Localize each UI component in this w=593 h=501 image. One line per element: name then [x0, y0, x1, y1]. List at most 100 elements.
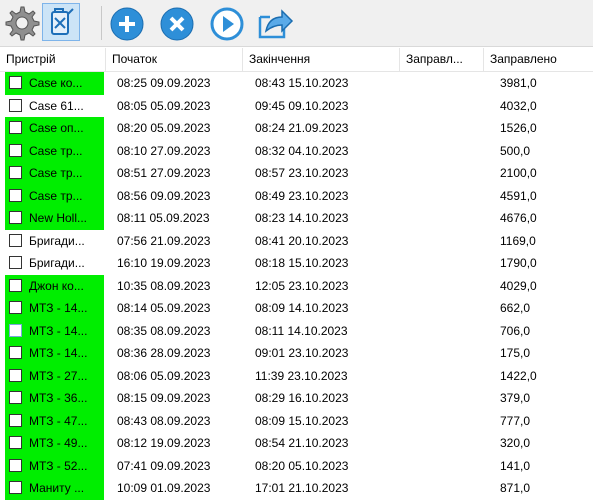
table-row[interactable]: Бригади... 16:10 19.09.2023 08:18 15.10.20…: [0, 252, 593, 275]
filled-cell: [400, 455, 480, 478]
row-checkbox[interactable]: [9, 121, 22, 134]
end-cell: 17:01 21.10.2023: [255, 481, 349, 495]
column-header-end[interactable]: Закінчення: [243, 48, 400, 71]
end-cell: 08:18 15.10.2023: [255, 256, 349, 270]
start-cell: 08:11 05.09.2023: [117, 211, 210, 225]
row-checkbox[interactable]: [9, 278, 22, 292]
delete-button[interactable]: [158, 3, 196, 41]
end-cell: 08:41 20.10.2023: [255, 233, 349, 248]
end-cell: 08:57 23.10.2023: [255, 166, 349, 180]
device-name: Бригади...: [29, 256, 85, 270]
device-cell: New Holl...: [5, 207, 104, 230]
device-cell: Джон ко...: [5, 274, 104, 298]
row-checkbox[interactable]: [9, 436, 22, 449]
filled-cell: [400, 72, 480, 95]
table-row[interactable]: Бригади... 07:56 21.09.2023 08:41 20.10.20…: [0, 230, 593, 253]
table-row[interactable]: МТЗ - 14... 08:36 28.09.2023 09:01 23.10.2…: [0, 342, 593, 365]
amount-cell: 871,0: [500, 481, 531, 495]
table-row[interactable]: МТЗ - 14... 08:14 05.09.2023 08:09 14.10.2…: [0, 297, 593, 320]
filled-cell: [400, 230, 480, 253]
filled-cell: [400, 162, 480, 185]
table-row[interactable]: Case 61... 08:05 05.09.2023 09:45 09.10.20…: [0, 95, 593, 118]
row-checkbox[interactable]: [9, 413, 22, 427]
filled-cell: [400, 95, 480, 118]
table-row[interactable]: МТЗ - 49... 08:12 19.09.2023 08:54 21.10.2…: [0, 432, 593, 455]
table-row[interactable]: МТЗ - 14... 08:35 08.09.2023 08:11 14.10.2…: [0, 319, 593, 343]
device-cell: МТЗ - 47...: [5, 409, 104, 433]
amount-cell: 4032,0: [500, 98, 537, 113]
add-button[interactable]: [108, 3, 146, 41]
row-checkbox[interactable]: [9, 481, 22, 494]
column-header-start[interactable]: Початок: [106, 48, 243, 71]
table-row[interactable]: Джон ко... 10:35 08.09.2023 12:05 23.10.20…: [0, 274, 593, 298]
amount-cell: 175,0: [500, 346, 531, 360]
end-cell: 08:20 05.10.2023: [255, 458, 349, 473]
table-row[interactable]: МТЗ - 27... 08:06 05.09.2023 11:39 23.10.2…: [0, 364, 593, 388]
start-cell: 08:56 09.09.2023: [117, 188, 211, 203]
device-cell: Case тр...: [5, 139, 104, 163]
row-checkbox[interactable]: [9, 323, 22, 337]
device-name: Case 61...: [29, 98, 84, 113]
gear-icon: [5, 6, 40, 41]
row-checkbox[interactable]: [9, 346, 22, 359]
device-name: Case тр...: [29, 188, 83, 203]
column-header-device[interactable]: Пристрій: [0, 48, 106, 71]
device-cell: МТЗ - 14...: [5, 342, 104, 365]
start-cell: 08:51 27.09.2023: [117, 166, 211, 180]
fuel-canister-button[interactable]: [42, 3, 80, 41]
device-name: МТЗ - 47...: [29, 413, 88, 428]
row-checkbox[interactable]: [9, 166, 22, 179]
end-cell: 09:01 23.10.2023: [255, 346, 349, 360]
table-row[interactable]: Case тр... 08:10 27.09.2023 08:32 04.10.20…: [0, 139, 593, 163]
export-arrow-icon: [258, 9, 294, 39]
device-cell: Маниту ...: [5, 477, 104, 500]
row-checkbox[interactable]: [9, 391, 22, 404]
table-row[interactable]: Case тр... 08:56 09.09.2023 08:49 23.10.20…: [0, 184, 593, 208]
column-header-amount[interactable]: Заправлено: [484, 48, 593, 71]
row-checkbox[interactable]: [9, 256, 22, 269]
start-cell: 10:35 08.09.2023: [117, 278, 211, 293]
row-checkbox[interactable]: [9, 368, 22, 382]
x-circle-icon: [160, 7, 194, 41]
start-cell: 08:36 28.09.2023: [117, 346, 211, 360]
row-checkbox[interactable]: [9, 188, 22, 202]
device-cell: МТЗ - 49...: [5, 432, 104, 455]
export-button[interactable]: [256, 3, 294, 41]
start-cell: 10:09 01.09.2023: [117, 481, 211, 495]
table-row[interactable]: МТЗ - 52... 07:41 09.09.2023 08:20 05.10.2…: [0, 454, 593, 478]
start-cell: 08:05 05.09.2023: [117, 98, 211, 113]
filled-cell: [400, 320, 480, 343]
device-cell: Case тр...: [5, 184, 104, 208]
row-checkbox[interactable]: [9, 458, 22, 472]
filled-cell: [400, 387, 480, 410]
table-row[interactable]: Case тр... 08:51 27.09.2023 08:57 23.10.20…: [0, 162, 593, 185]
row-checkbox[interactable]: [9, 76, 22, 89]
amount-cell: 1169,0: [500, 233, 536, 248]
row-checkbox[interactable]: [9, 98, 22, 112]
end-cell: 08:49 23.10.2023: [255, 188, 349, 203]
row-checkbox[interactable]: [9, 211, 22, 224]
amount-cell: 1526,0: [500, 121, 537, 135]
amount-cell: 2100,0: [500, 166, 537, 180]
filled-cell: [400, 342, 480, 365]
row-checkbox[interactable]: [9, 233, 22, 247]
start-cell: 08:12 19.09.2023: [117, 436, 211, 450]
row-checkbox[interactable]: [9, 143, 22, 157]
table-row[interactable]: МТЗ - 47... 08:43 08.09.2023 08:09 15.10.2…: [0, 409, 593, 433]
row-checkbox[interactable]: [9, 301, 22, 314]
table-row[interactable]: Case оп... 08:20 05.09.2023 08:24 21.09.20…: [0, 117, 593, 140]
plus-circle-icon: [110, 7, 144, 41]
amount-cell: 662,0: [500, 301, 531, 315]
device-name: МТЗ - 49...: [29, 436, 88, 450]
table-row[interactable]: МТЗ - 36... 08:15 09.09.2023 08:29 16.10.2…: [0, 387, 593, 410]
table-row[interactable]: Маниту ... 10:09 01.09.2023 17:01 21.10.20…: [0, 477, 593, 500]
play-button[interactable]: [208, 3, 246, 41]
device-cell: Case оп...: [5, 117, 104, 140]
table-row[interactable]: New Holl... 08:11 05.09.2023 08:23 14.10.2…: [0, 207, 593, 230]
settings-button[interactable]: [2, 3, 40, 41]
table-row[interactable]: Case ко... 08:25 09.09.2023 08:43 15.10.20…: [0, 72, 593, 95]
column-header-filled[interactable]: Заправл...: [400, 48, 484, 71]
start-cell: 08:06 05.09.2023: [117, 368, 211, 383]
device-name: Case ко...: [29, 76, 83, 90]
filled-cell: [400, 252, 480, 275]
